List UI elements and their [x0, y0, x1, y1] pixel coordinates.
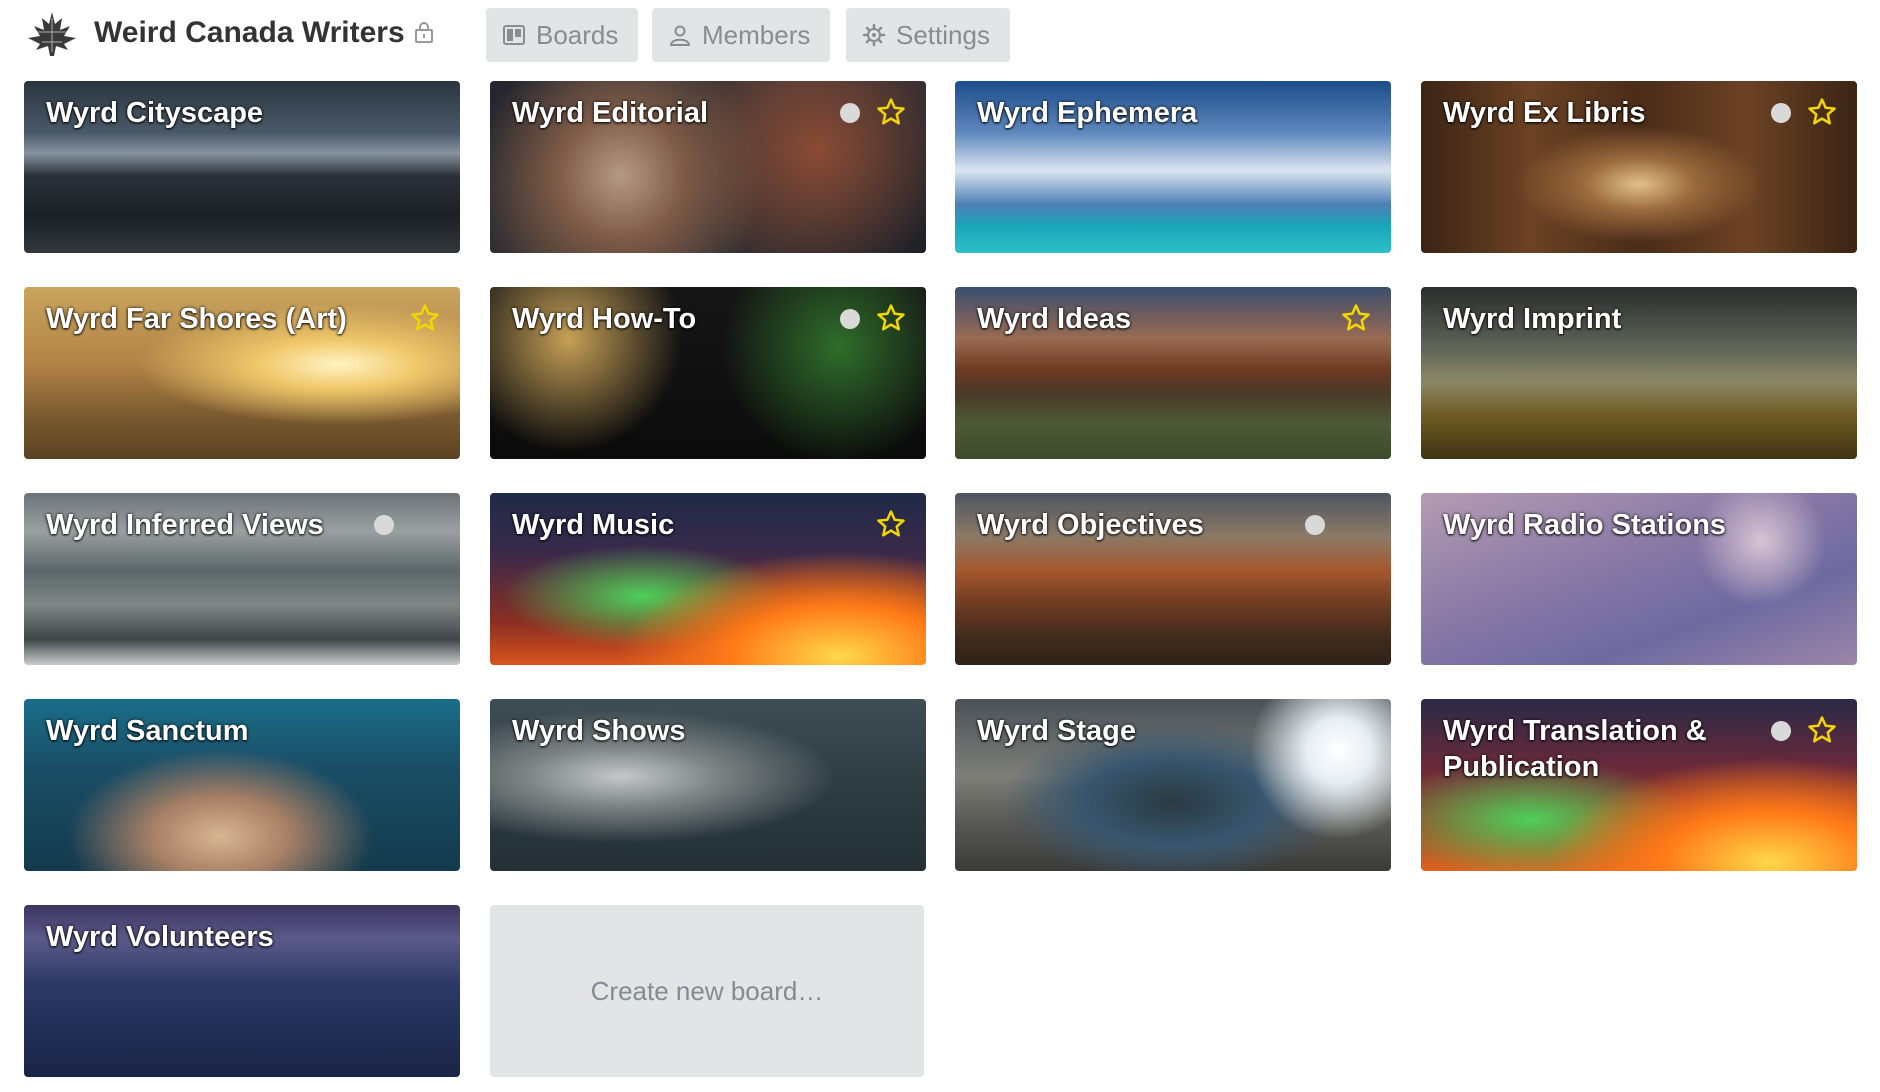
board-title: Wyrd Translation & Publication: [1443, 715, 1707, 783]
star-icon[interactable]: [876, 303, 906, 333]
board-tile[interactable]: Wyrd Stage: [955, 699, 1391, 871]
board-title: Wyrd Imprint: [1443, 303, 1622, 335]
status-dot: [840, 309, 860, 329]
create-board-button[interactable]: Create new board…: [490, 905, 924, 1077]
nav-boards-button[interactable]: Boards: [486, 8, 638, 62]
nav-members-button[interactable]: Members: [652, 8, 830, 62]
board-title: Wyrd Ex Libris: [1443, 97, 1646, 129]
person-icon: [669, 25, 691, 46]
board-title: Wyrd Editorial: [512, 97, 709, 129]
board-tile[interactable]: Wyrd Sanctum: [24, 699, 460, 871]
star-icon[interactable]: [1807, 715, 1837, 745]
board-title: Wyrd How-To: [512, 303, 697, 335]
nav-settings-button[interactable]: Settings: [846, 8, 1010, 62]
board-tile[interactable]: Wyrd Ephemera: [955, 81, 1391, 253]
status-dot: [840, 103, 860, 123]
star-icon[interactable]: [876, 509, 906, 539]
board-title: Wyrd Ephemera: [977, 97, 1198, 129]
org-header: Weird Canada Writers Boards Members Sett…: [0, 0, 1880, 68]
board-title: Wyrd Cityscape: [46, 97, 264, 129]
status-dot: [1771, 721, 1791, 741]
gear-icon: [862, 23, 886, 47]
board-title: Wyrd Volunteers: [46, 921, 274, 953]
star-icon[interactable]: [1341, 303, 1371, 333]
nav-settings-label: Settings: [896, 20, 990, 50]
board-tile[interactable]: Wyrd Shows: [490, 699, 926, 871]
board-title: Wyrd Far Shores (Art): [46, 303, 347, 335]
board-tile[interactable]: Wyrd Inferred Views: [24, 493, 460, 665]
board-tile[interactable]: Wyrd Cityscape: [24, 81, 460, 253]
board-title: Wyrd Ideas: [977, 303, 1132, 335]
lock-icon: [415, 22, 433, 43]
status-dot: [1771, 103, 1791, 123]
board-title: Wyrd Sanctum: [46, 715, 249, 747]
nav-boards-label: Boards: [536, 20, 619, 50]
status-dot: [374, 515, 394, 535]
nav-members-label: Members: [702, 20, 811, 50]
board-tile[interactable]: Wyrd Translation & Publication: [1421, 699, 1857, 871]
star-icon[interactable]: [876, 97, 906, 127]
board-tile[interactable]: Wyrd How-To: [490, 287, 926, 459]
board-icon: [503, 25, 525, 45]
board-title: Wyrd Objectives: [977, 509, 1204, 541]
board-tile[interactable]: Wyrd Music: [490, 493, 926, 665]
maple-leaf-icon[interactable]: [24, 8, 80, 60]
board-title: Wyrd Radio Stations: [1443, 509, 1727, 541]
star-icon[interactable]: [410, 303, 440, 333]
board-tile[interactable]: Wyrd Ideas: [955, 287, 1391, 459]
board-tile[interactable]: Wyrd Far Shores (Art): [24, 287, 460, 459]
board-title: Wyrd Inferred Views: [46, 509, 324, 541]
status-dot: [1305, 515, 1325, 535]
board-tile[interactable]: Wyrd Volunteers: [24, 905, 460, 1077]
board-title: Wyrd Stage: [977, 715, 1137, 747]
board-title: Wyrd Music: [512, 509, 675, 541]
board-tile[interactable]: Wyrd Radio Stations: [1421, 493, 1857, 665]
board-tile[interactable]: Wyrd Imprint: [1421, 287, 1857, 459]
board-tile[interactable]: Wyrd Ex Libris: [1421, 81, 1857, 253]
org-name: Weird Canada Writers: [94, 16, 405, 49]
board-title: Wyrd Shows: [512, 715, 686, 747]
board-tile[interactable]: Wyrd Objectives: [955, 493, 1391, 665]
star-icon[interactable]: [1807, 97, 1837, 127]
board-tile[interactable]: Wyrd Editorial: [490, 81, 926, 253]
